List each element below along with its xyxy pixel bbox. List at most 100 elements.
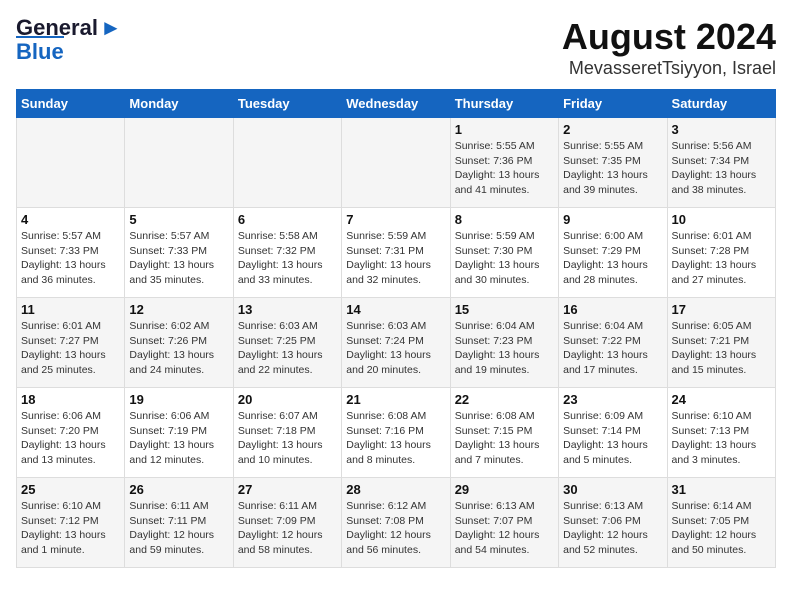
logo-blue: Blue bbox=[16, 36, 64, 64]
calendar-cell: 12 Sunrise: 6:02 AMSunset: 7:26 PMDayligh… bbox=[125, 298, 233, 388]
calendar-cell: 1 Sunrise: 5:55 AMSunset: 7:36 PMDaylight… bbox=[450, 118, 558, 208]
day-info: Sunrise: 6:10 AMSunset: 7:12 PMDaylight:… bbox=[21, 499, 120, 558]
calendar-cell: 20Sunrise: 6:07 AMSunset: 7:18 PMDayligh… bbox=[233, 388, 341, 478]
day-info: Sunrise: 5:55 AMSunset: 7:36 PMDaylight:… bbox=[455, 139, 554, 198]
calendar-cell: 22 Sunrise: 6:08 AMSunset: 7:15 PMDayligh… bbox=[450, 388, 558, 478]
day-number: 12 bbox=[129, 302, 228, 317]
header-tuesday: Tuesday bbox=[233, 90, 341, 118]
calendar-cell: 9 Sunrise: 6:00 AMSunset: 7:29 PMDaylight… bbox=[559, 208, 667, 298]
calendar-week-row: 11 Sunrise: 6:01 AMSunset: 7:27 PMDayligh… bbox=[17, 298, 776, 388]
day-info: Sunrise: 5:56 AMSunset: 7:34 PMDaylight:… bbox=[672, 139, 771, 198]
calendar-cell: 19 Sunrise: 6:06 AMSunset: 7:19 PMDayligh… bbox=[125, 388, 233, 478]
day-number: 31 bbox=[672, 482, 771, 497]
calendar-subtitle: MevasseretTsiyyon, Israel bbox=[562, 58, 776, 79]
calendar-cell: 18 Sunrise: 6:06 AMSunset: 7:20 PMDayligh… bbox=[17, 388, 125, 478]
day-number: 6 bbox=[238, 212, 337, 227]
calendar-title: August 2024 bbox=[562, 16, 776, 58]
calendar-cell: 31 Sunrise: 6:14 AMSunset: 7:05 PMDayligh… bbox=[667, 478, 775, 568]
day-info: Sunrise: 6:04 AMSunset: 7:22 PMDaylight:… bbox=[563, 319, 662, 378]
day-info: Sunrise: 6:03 AMSunset: 7:25 PMDaylight:… bbox=[238, 319, 337, 378]
header-wednesday: Wednesday bbox=[342, 90, 450, 118]
calendar-week-row: 4 Sunrise: 5:57 AMSunset: 7:33 PMDaylight… bbox=[17, 208, 776, 298]
day-info: Sunrise: 6:13 AMSunset: 7:07 PMDaylight:… bbox=[455, 499, 554, 558]
calendar-cell: 17Sunrise: 6:05 AMSunset: 7:21 PMDayligh… bbox=[667, 298, 775, 388]
calendar-cell: 23 Sunrise: 6:09 AMSunset: 7:14 PMDayligh… bbox=[559, 388, 667, 478]
header-thursday: Thursday bbox=[450, 90, 558, 118]
calendar-cell: 26 Sunrise: 6:11 AMSunset: 7:11 PMDayligh… bbox=[125, 478, 233, 568]
day-info: Sunrise: 6:11 AMSunset: 7:09 PMDaylight:… bbox=[238, 499, 337, 558]
day-info: Sunrise: 6:04 AMSunset: 7:23 PMDaylight:… bbox=[455, 319, 554, 378]
day-info: Sunrise: 6:11 AMSunset: 7:11 PMDaylight:… bbox=[129, 499, 228, 558]
calendar-cell: 16 Sunrise: 6:04 AMSunset: 7:22 PMDayligh… bbox=[559, 298, 667, 388]
page-header: General► Blue August 2024 MevasseretTsiy… bbox=[16, 16, 776, 79]
calendar-cell: 6 Sunrise: 5:58 AMSunset: 7:32 PMDaylight… bbox=[233, 208, 341, 298]
day-info: Sunrise: 6:02 AMSunset: 7:26 PMDaylight:… bbox=[129, 319, 228, 378]
calendar-cell: 14Sunrise: 6:03 AMSunset: 7:24 PMDayligh… bbox=[342, 298, 450, 388]
day-number: 20 bbox=[238, 392, 337, 407]
calendar-cell bbox=[342, 118, 450, 208]
day-info: Sunrise: 6:01 AMSunset: 7:28 PMDaylight:… bbox=[672, 229, 771, 288]
day-info: Sunrise: 6:01 AMSunset: 7:27 PMDaylight:… bbox=[21, 319, 120, 378]
day-number: 7 bbox=[346, 212, 445, 227]
calendar-cell: 8 Sunrise: 5:59 AMSunset: 7:30 PMDaylight… bbox=[450, 208, 558, 298]
calendar-week-row: 1 Sunrise: 5:55 AMSunset: 7:36 PMDaylight… bbox=[17, 118, 776, 208]
day-number: 4 bbox=[21, 212, 120, 227]
day-info: Sunrise: 6:14 AMSunset: 7:05 PMDaylight:… bbox=[672, 499, 771, 558]
calendar-week-row: 18 Sunrise: 6:06 AMSunset: 7:20 PMDayligh… bbox=[17, 388, 776, 478]
day-info: Sunrise: 6:08 AMSunset: 7:15 PMDaylight:… bbox=[455, 409, 554, 468]
day-number: 13 bbox=[238, 302, 337, 317]
day-number: 11 bbox=[21, 302, 120, 317]
day-info: Sunrise: 6:13 AMSunset: 7:06 PMDaylight:… bbox=[563, 499, 662, 558]
day-info: Sunrise: 5:59 AMSunset: 7:30 PMDaylight:… bbox=[455, 229, 554, 288]
calendar-cell: 5 Sunrise: 5:57 AMSunset: 7:33 PMDaylight… bbox=[125, 208, 233, 298]
calendar-cell: 28 Sunrise: 6:12 AMSunset: 7:08 PMDayligh… bbox=[342, 478, 450, 568]
header-sunday: Sunday bbox=[17, 90, 125, 118]
day-info: Sunrise: 6:00 AMSunset: 7:29 PMDaylight:… bbox=[563, 229, 662, 288]
day-number: 23 bbox=[563, 392, 662, 407]
calendar-cell: 15 Sunrise: 6:04 AMSunset: 7:23 PMDayligh… bbox=[450, 298, 558, 388]
calendar-cell bbox=[125, 118, 233, 208]
calendar-cell bbox=[17, 118, 125, 208]
day-number: 30 bbox=[563, 482, 662, 497]
day-number: 2 bbox=[563, 122, 662, 137]
calendar-week-row: 25 Sunrise: 6:10 AMSunset: 7:12 PMDayligh… bbox=[17, 478, 776, 568]
title-area: August 2024 MevasseretTsiyyon, Israel bbox=[562, 16, 776, 79]
day-info: Sunrise: 5:57 AMSunset: 7:33 PMDaylight:… bbox=[129, 229, 228, 288]
day-number: 10 bbox=[672, 212, 771, 227]
day-number: 9 bbox=[563, 212, 662, 227]
day-number: 26 bbox=[129, 482, 228, 497]
day-info: Sunrise: 6:09 AMSunset: 7:14 PMDaylight:… bbox=[563, 409, 662, 468]
day-number: 19 bbox=[129, 392, 228, 407]
day-info: Sunrise: 6:06 AMSunset: 7:20 PMDaylight:… bbox=[21, 409, 120, 468]
day-info: Sunrise: 5:59 AMSunset: 7:31 PMDaylight:… bbox=[346, 229, 445, 288]
calendar-header-row: SundayMondayTuesdayWednesdayThursdayFrid… bbox=[17, 90, 776, 118]
day-number: 25 bbox=[21, 482, 120, 497]
day-number: 29 bbox=[455, 482, 554, 497]
calendar-cell: 4 Sunrise: 5:57 AMSunset: 7:33 PMDaylight… bbox=[17, 208, 125, 298]
header-friday: Friday bbox=[559, 90, 667, 118]
day-number: 16 bbox=[563, 302, 662, 317]
calendar-cell: 25 Sunrise: 6:10 AMSunset: 7:12 PMDayligh… bbox=[17, 478, 125, 568]
day-number: 8 bbox=[455, 212, 554, 227]
day-number: 5 bbox=[129, 212, 228, 227]
day-info: Sunrise: 6:12 AMSunset: 7:08 PMDaylight:… bbox=[346, 499, 445, 558]
day-number: 15 bbox=[455, 302, 554, 317]
calendar-cell: 30 Sunrise: 6:13 AMSunset: 7:06 PMDayligh… bbox=[559, 478, 667, 568]
header-monday: Monday bbox=[125, 90, 233, 118]
calendar-cell: 3Sunrise: 5:56 AMSunset: 7:34 PMDaylight… bbox=[667, 118, 775, 208]
calendar-cell: 27Sunrise: 6:11 AMSunset: 7:09 PMDayligh… bbox=[233, 478, 341, 568]
day-info: Sunrise: 5:55 AMSunset: 7:35 PMDaylight:… bbox=[563, 139, 662, 198]
day-info: Sunrise: 5:57 AMSunset: 7:33 PMDaylight:… bbox=[21, 229, 120, 288]
day-number: 28 bbox=[346, 482, 445, 497]
calendar-cell: 11 Sunrise: 6:01 AMSunset: 7:27 PMDayligh… bbox=[17, 298, 125, 388]
day-info: Sunrise: 6:06 AMSunset: 7:19 PMDaylight:… bbox=[129, 409, 228, 468]
day-number: 1 bbox=[455, 122, 554, 137]
day-number: 18 bbox=[21, 392, 120, 407]
calendar-cell: 7 Sunrise: 5:59 AMSunset: 7:31 PMDaylight… bbox=[342, 208, 450, 298]
day-number: 22 bbox=[455, 392, 554, 407]
calendar-cell: 21Sunrise: 6:08 AMSunset: 7:16 PMDayligh… bbox=[342, 388, 450, 478]
calendar-cell bbox=[233, 118, 341, 208]
calendar-cell: 2 Sunrise: 5:55 AMSunset: 7:35 PMDaylight… bbox=[559, 118, 667, 208]
day-info: Sunrise: 5:58 AMSunset: 7:32 PMDaylight:… bbox=[238, 229, 337, 288]
calendar-cell: 24Sunrise: 6:10 AMSunset: 7:13 PMDayligh… bbox=[667, 388, 775, 478]
